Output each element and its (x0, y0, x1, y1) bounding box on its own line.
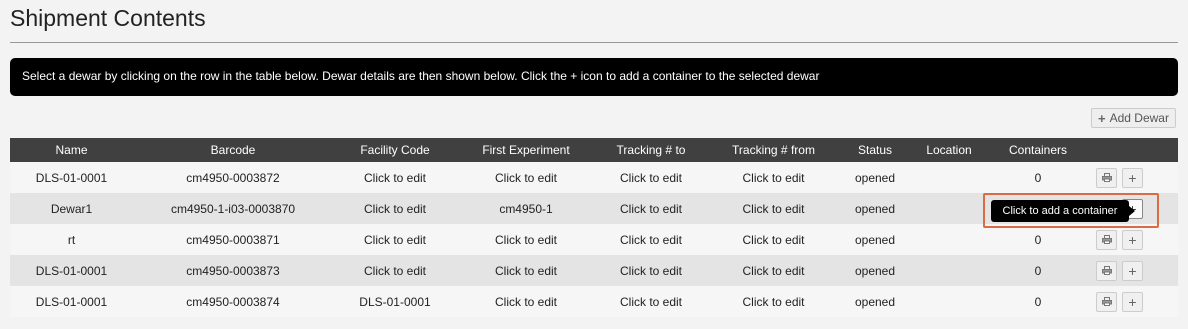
row-actions: + (1088, 162, 1178, 193)
cell-location (910, 224, 988, 255)
plus-icon: + (1128, 293, 1137, 310)
cell-tracking-from[interactable]: Click to edit (707, 286, 840, 317)
add-dewar-label: Add Dewar (1109, 111, 1169, 125)
cell-first-experiment[interactable]: Click to edit (457, 224, 595, 255)
cell-tracking-to[interactable]: Click to edit (595, 162, 707, 193)
page-title: Shipment Contents (10, 5, 206, 31)
cell-tracking-to[interactable]: Click to edit (595, 286, 707, 317)
column-header-containers[interactable]: Containers (988, 138, 1088, 162)
instructions-banner: Select a dewar by clicking on the row in… (10, 58, 1178, 96)
table-row[interactable]: DLS-01-0001 cm4950-0003872 Click to edit Cl… (10, 162, 1178, 193)
table-body: DLS-01-0001 cm4950-0003872 Click to edit Cl… (10, 162, 1178, 317)
cell-tracking-from[interactable]: Click to edit (707, 193, 840, 224)
cell-barcode: cm4950-1-i03-0003870 (170, 201, 296, 216)
add-container-button[interactable]: + (1122, 229, 1143, 250)
row-actions: + (1088, 286, 1178, 317)
plus-icon: + (1128, 262, 1137, 279)
print-icon (1101, 173, 1112, 182)
column-header-tracking-to[interactable]: Tracking # to (595, 138, 707, 162)
cell-tracking-to[interactable]: Click to edit (595, 255, 707, 286)
cell-tracking-to[interactable]: Click to edit (595, 193, 707, 224)
cell-facility-code[interactable]: DLS-01-0001 (333, 286, 457, 317)
row-actions: + (1088, 224, 1178, 255)
cell-first-experiment[interactable]: Click to edit (457, 286, 595, 317)
cell-containers: 0 (1034, 263, 1042, 278)
cell-status: opened (854, 201, 896, 216)
cell-first-experiment[interactable]: cm4950-1 (457, 193, 595, 224)
table-row[interactable]: rt cm4950-0003871 Click to edit Click to ed… (10, 224, 1178, 255)
column-header-barcode[interactable]: Barcode (133, 138, 333, 162)
cell-barcode: cm4950-0003874 (186, 294, 280, 309)
cell-containers: 0 (1034, 170, 1042, 185)
cell-location (910, 193, 988, 224)
add-container-button[interactable]: + (1122, 167, 1143, 188)
table-row[interactable]: DLS-01-0001 cm4950-0003874 DLS-01-0001 Clic… (10, 286, 1178, 317)
cell-tracking-to[interactable]: Click to edit (595, 224, 707, 255)
cell-barcode: cm4950-0003873 (186, 263, 280, 278)
cell-facility-code[interactable]: Click to edit (333, 224, 457, 255)
cell-name: DLS-01-0001 (35, 170, 108, 185)
row-actions: + (1088, 255, 1178, 286)
column-header-tracking-from[interactable]: Tracking # from (707, 138, 840, 162)
cell-facility-code[interactable]: Click to edit (333, 255, 457, 286)
cell-first-experiment[interactable]: Click to edit (457, 162, 595, 193)
cell-barcode: cm4950-0003872 (186, 170, 280, 185)
cell-name: DLS-01-0001 (35, 294, 108, 309)
column-header-actions (1088, 138, 1178, 162)
add-container-button[interactable]: + (1122, 260, 1143, 281)
title-divider (10, 42, 1178, 43)
print-icon (1101, 235, 1112, 244)
cell-status: opened (854, 232, 896, 247)
cell-status: opened (854, 294, 896, 309)
add-container-tooltip: Click to add a container (991, 200, 1135, 222)
cell-location (910, 286, 988, 317)
plus-icon: + (1128, 231, 1137, 248)
cell-tracking-from[interactable]: Click to edit (707, 162, 840, 193)
cell-location (910, 162, 988, 193)
add-dewar-button[interactable]: + Add Dewar (1091, 108, 1176, 128)
cell-name: Dewar1 (50, 201, 93, 216)
print-button[interactable] (1096, 291, 1117, 312)
cell-barcode: cm4950-0003871 (186, 232, 280, 247)
print-button[interactable] (1096, 260, 1117, 281)
cell-status: opened (854, 263, 896, 278)
cell-location (910, 255, 988, 286)
cell-containers: 0 (1034, 294, 1042, 309)
column-header-first-experiment[interactable]: First Experiment (457, 138, 595, 162)
add-container-button[interactable]: + (1122, 291, 1143, 312)
column-header-status[interactable]: Status (840, 138, 910, 162)
print-icon (1101, 297, 1112, 306)
print-button[interactable] (1096, 167, 1117, 188)
tooltip-highlight: Click to add a container (983, 193, 1159, 228)
cell-containers: 0 (1034, 232, 1042, 247)
cell-facility-code[interactable]: Click to edit (333, 162, 457, 193)
cell-name: rt (67, 232, 76, 247)
cell-tracking-from[interactable]: Click to edit (707, 224, 840, 255)
cell-tracking-from[interactable]: Click to edit (707, 255, 840, 286)
plus-icon: + (1128, 169, 1137, 186)
print-button[interactable] (1096, 229, 1117, 250)
print-icon (1101, 266, 1112, 275)
cell-first-experiment[interactable]: Click to edit (457, 255, 595, 286)
column-header-location[interactable]: Location (910, 138, 988, 162)
plus-icon: + (1098, 110, 1106, 126)
table-header: Name Barcode Facility Code First Experim… (10, 138, 1178, 162)
table-row[interactable]: DLS-01-0001 cm4950-0003873 Click to edit Cl… (10, 255, 1178, 286)
cell-status: opened (854, 170, 896, 185)
cell-name: DLS-01-0001 (35, 263, 108, 278)
cell-facility-code[interactable]: Click to edit (333, 193, 457, 224)
column-header-name[interactable]: Name (10, 138, 133, 162)
column-header-facility-code[interactable]: Facility Code (333, 138, 457, 162)
